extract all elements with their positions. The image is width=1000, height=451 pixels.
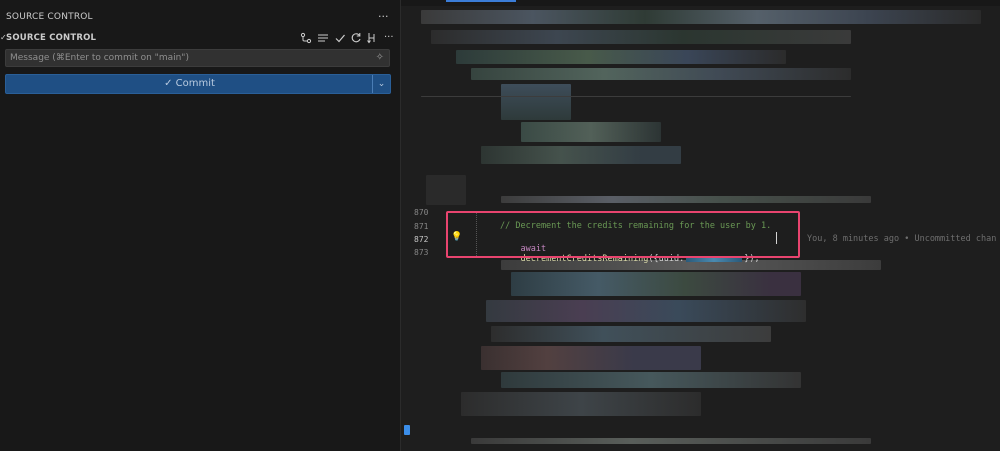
chevron-down-icon[interactable]: ⌄ [372, 75, 390, 93]
sidebar-header-title: SOURCE CONTROL [6, 12, 93, 22]
source-control-section-header[interactable]: ✓ SOURCE CONTROL ··· [0, 31, 400, 47]
blurred-code [511, 272, 801, 296]
blurred-code [456, 50, 786, 64]
check-icon[interactable] [334, 32, 346, 47]
blurred-code [491, 326, 771, 342]
blurred-code [501, 196, 871, 203]
source-control-sidebar: SOURCE CONTROL ··· ✓ SOURCE CONTROL ··· … [0, 0, 401, 451]
graph-icon[interactable] [300, 32, 312, 47]
blurred-code [501, 372, 801, 388]
commit-button-group[interactable]: ✓ Commit ⌄ [5, 74, 391, 94]
branch-icon[interactable] [366, 32, 378, 47]
blurred-code [481, 346, 701, 370]
commit-button[interactable]: ✓ Commit [6, 75, 373, 93]
blurred-code [421, 10, 981, 24]
bookmark-icon [404, 425, 410, 435]
sidebar-more-icon[interactable]: ··· [378, 10, 389, 23]
commit-label: Commit [175, 78, 215, 89]
blurred-code [501, 84, 571, 120]
blurred-code [471, 438, 871, 444]
commit-message-box[interactable]: ✧ [5, 49, 390, 67]
blurred-code [471, 68, 851, 80]
blurred-code [431, 30, 851, 44]
highlight-annotation-box [446, 211, 800, 258]
line-number: 870 [414, 208, 429, 217]
blurred-code [521, 122, 661, 142]
active-tab-indicator [446, 0, 516, 2]
sparkle-icon[interactable]: ✧ [376, 52, 384, 63]
refresh-icon[interactable] [350, 32, 362, 47]
blurred-code [486, 300, 806, 322]
blurred-code [461, 392, 701, 416]
line-number: 873 [414, 248, 429, 257]
blurred-divider [421, 96, 851, 97]
check-icon: ✓ [164, 78, 173, 89]
commit-message-input[interactable] [10, 51, 360, 65]
more-icon[interactable]: ··· [384, 32, 394, 44]
git-blame-annotation: You, 8 minutes ago • Uncommitted chan [807, 234, 997, 244]
line-number: 871 [414, 222, 429, 231]
blurred-code [426, 175, 466, 205]
blurred-code [481, 146, 681, 164]
section-title: SOURCE CONTROL [6, 33, 97, 43]
line-number: 872 [414, 235, 429, 244]
list-icon[interactable] [317, 32, 329, 47]
